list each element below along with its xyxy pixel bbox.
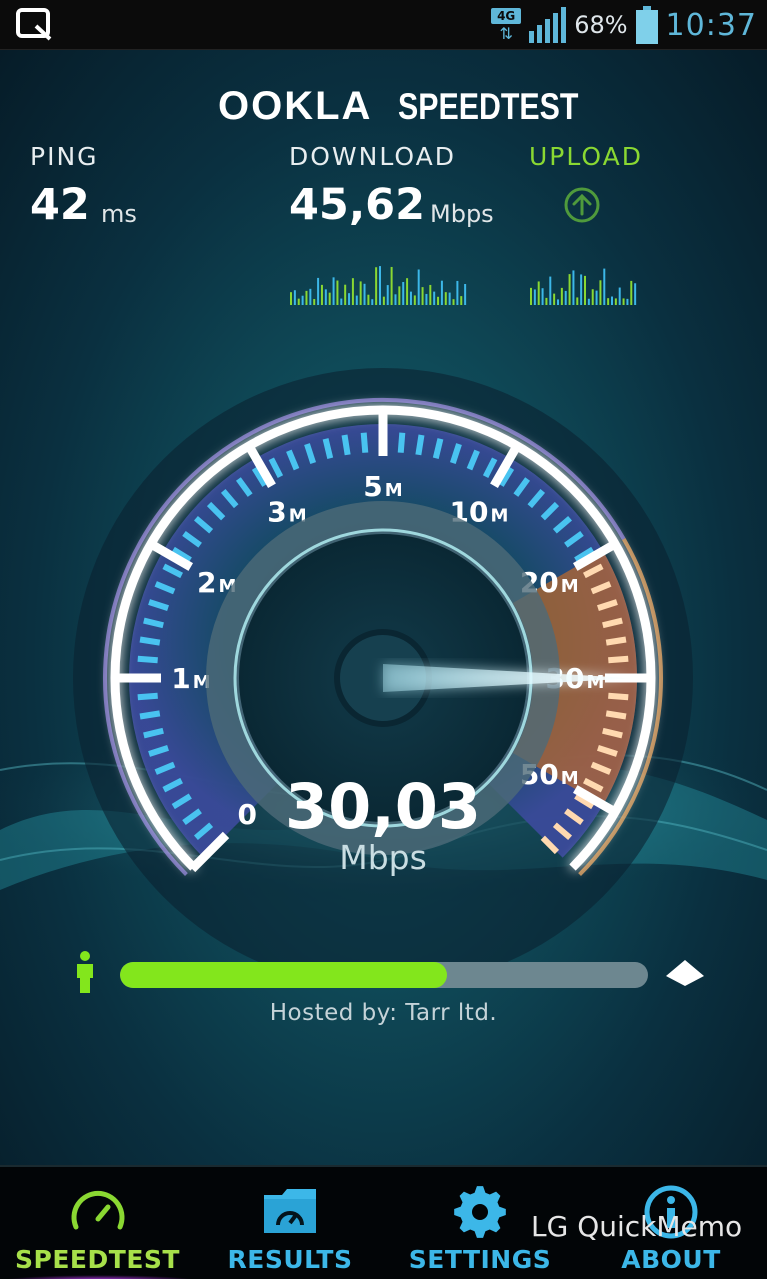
gauge-minor-tick	[139, 636, 161, 646]
gauge-minor-tick	[137, 692, 158, 701]
speed-gauge: 01M2M3M5M10M20M30M50M	[73, 368, 693, 988]
server-icon	[666, 960, 704, 986]
battery-percent: 68%	[574, 11, 628, 39]
tab-speedtest[interactable]: SPEEDTEST	[0, 1167, 200, 1279]
gauge-minor-tick	[360, 432, 369, 453]
clock: 10:37	[665, 7, 757, 43]
hosted-by-label: Hosted by: Tarr ltd.	[269, 1000, 498, 1026]
gauge-minor-tick	[397, 432, 406, 453]
gear-icon	[454, 1186, 506, 1238]
status-bar: 4G ⇅ 68% 10:37	[0, 0, 767, 50]
data-arrows-icon: ⇅	[499, 24, 513, 43]
tab-speedtest-label: SPEEDTEST	[15, 1245, 180, 1274]
gauge-minor-tick	[341, 434, 351, 456]
network-type-icon: 4G ⇅	[491, 7, 522, 43]
battery-icon	[635, 6, 658, 44]
signal-strength-icon	[529, 7, 567, 43]
gauge-minor-tick	[139, 710, 161, 720]
gauge-minor-tick	[608, 655, 629, 664]
tab-results-label: RESULTS	[227, 1245, 353, 1274]
tab-about-label: ABOUT	[621, 1245, 721, 1274]
current-speed-unit: Mbps	[339, 838, 427, 877]
folder-gauge-icon	[264, 1189, 316, 1233]
speedometer-icon	[71, 1190, 124, 1230]
gauge-minor-tick	[608, 692, 629, 701]
test-progress-fill	[120, 962, 448, 988]
quickmemo-watermark: LG QuickMemo	[531, 1210, 743, 1243]
qslide-icon[interactable]	[16, 8, 54, 42]
current-speed-value: 30,03	[284, 770, 482, 843]
user-icon	[77, 951, 93, 993]
tab-results[interactable]: RESULTS	[195, 1167, 385, 1279]
active-tab-indicator	[0, 1275, 200, 1279]
network-type-label: 4G	[491, 8, 522, 24]
gauge-minor-tick	[137, 655, 158, 664]
speedtest-screen: OOKLA SPEEDTEST PING 42 ms DOWNLOAD 45,6…	[0, 50, 767, 1165]
gauge-minor-tick	[605, 636, 627, 646]
test-progress-bar	[120, 962, 648, 988]
gauge-minor-tick	[605, 710, 627, 720]
gauge-minor-tick	[415, 434, 425, 456]
tab-settings-label: SETTINGS	[408, 1245, 552, 1274]
